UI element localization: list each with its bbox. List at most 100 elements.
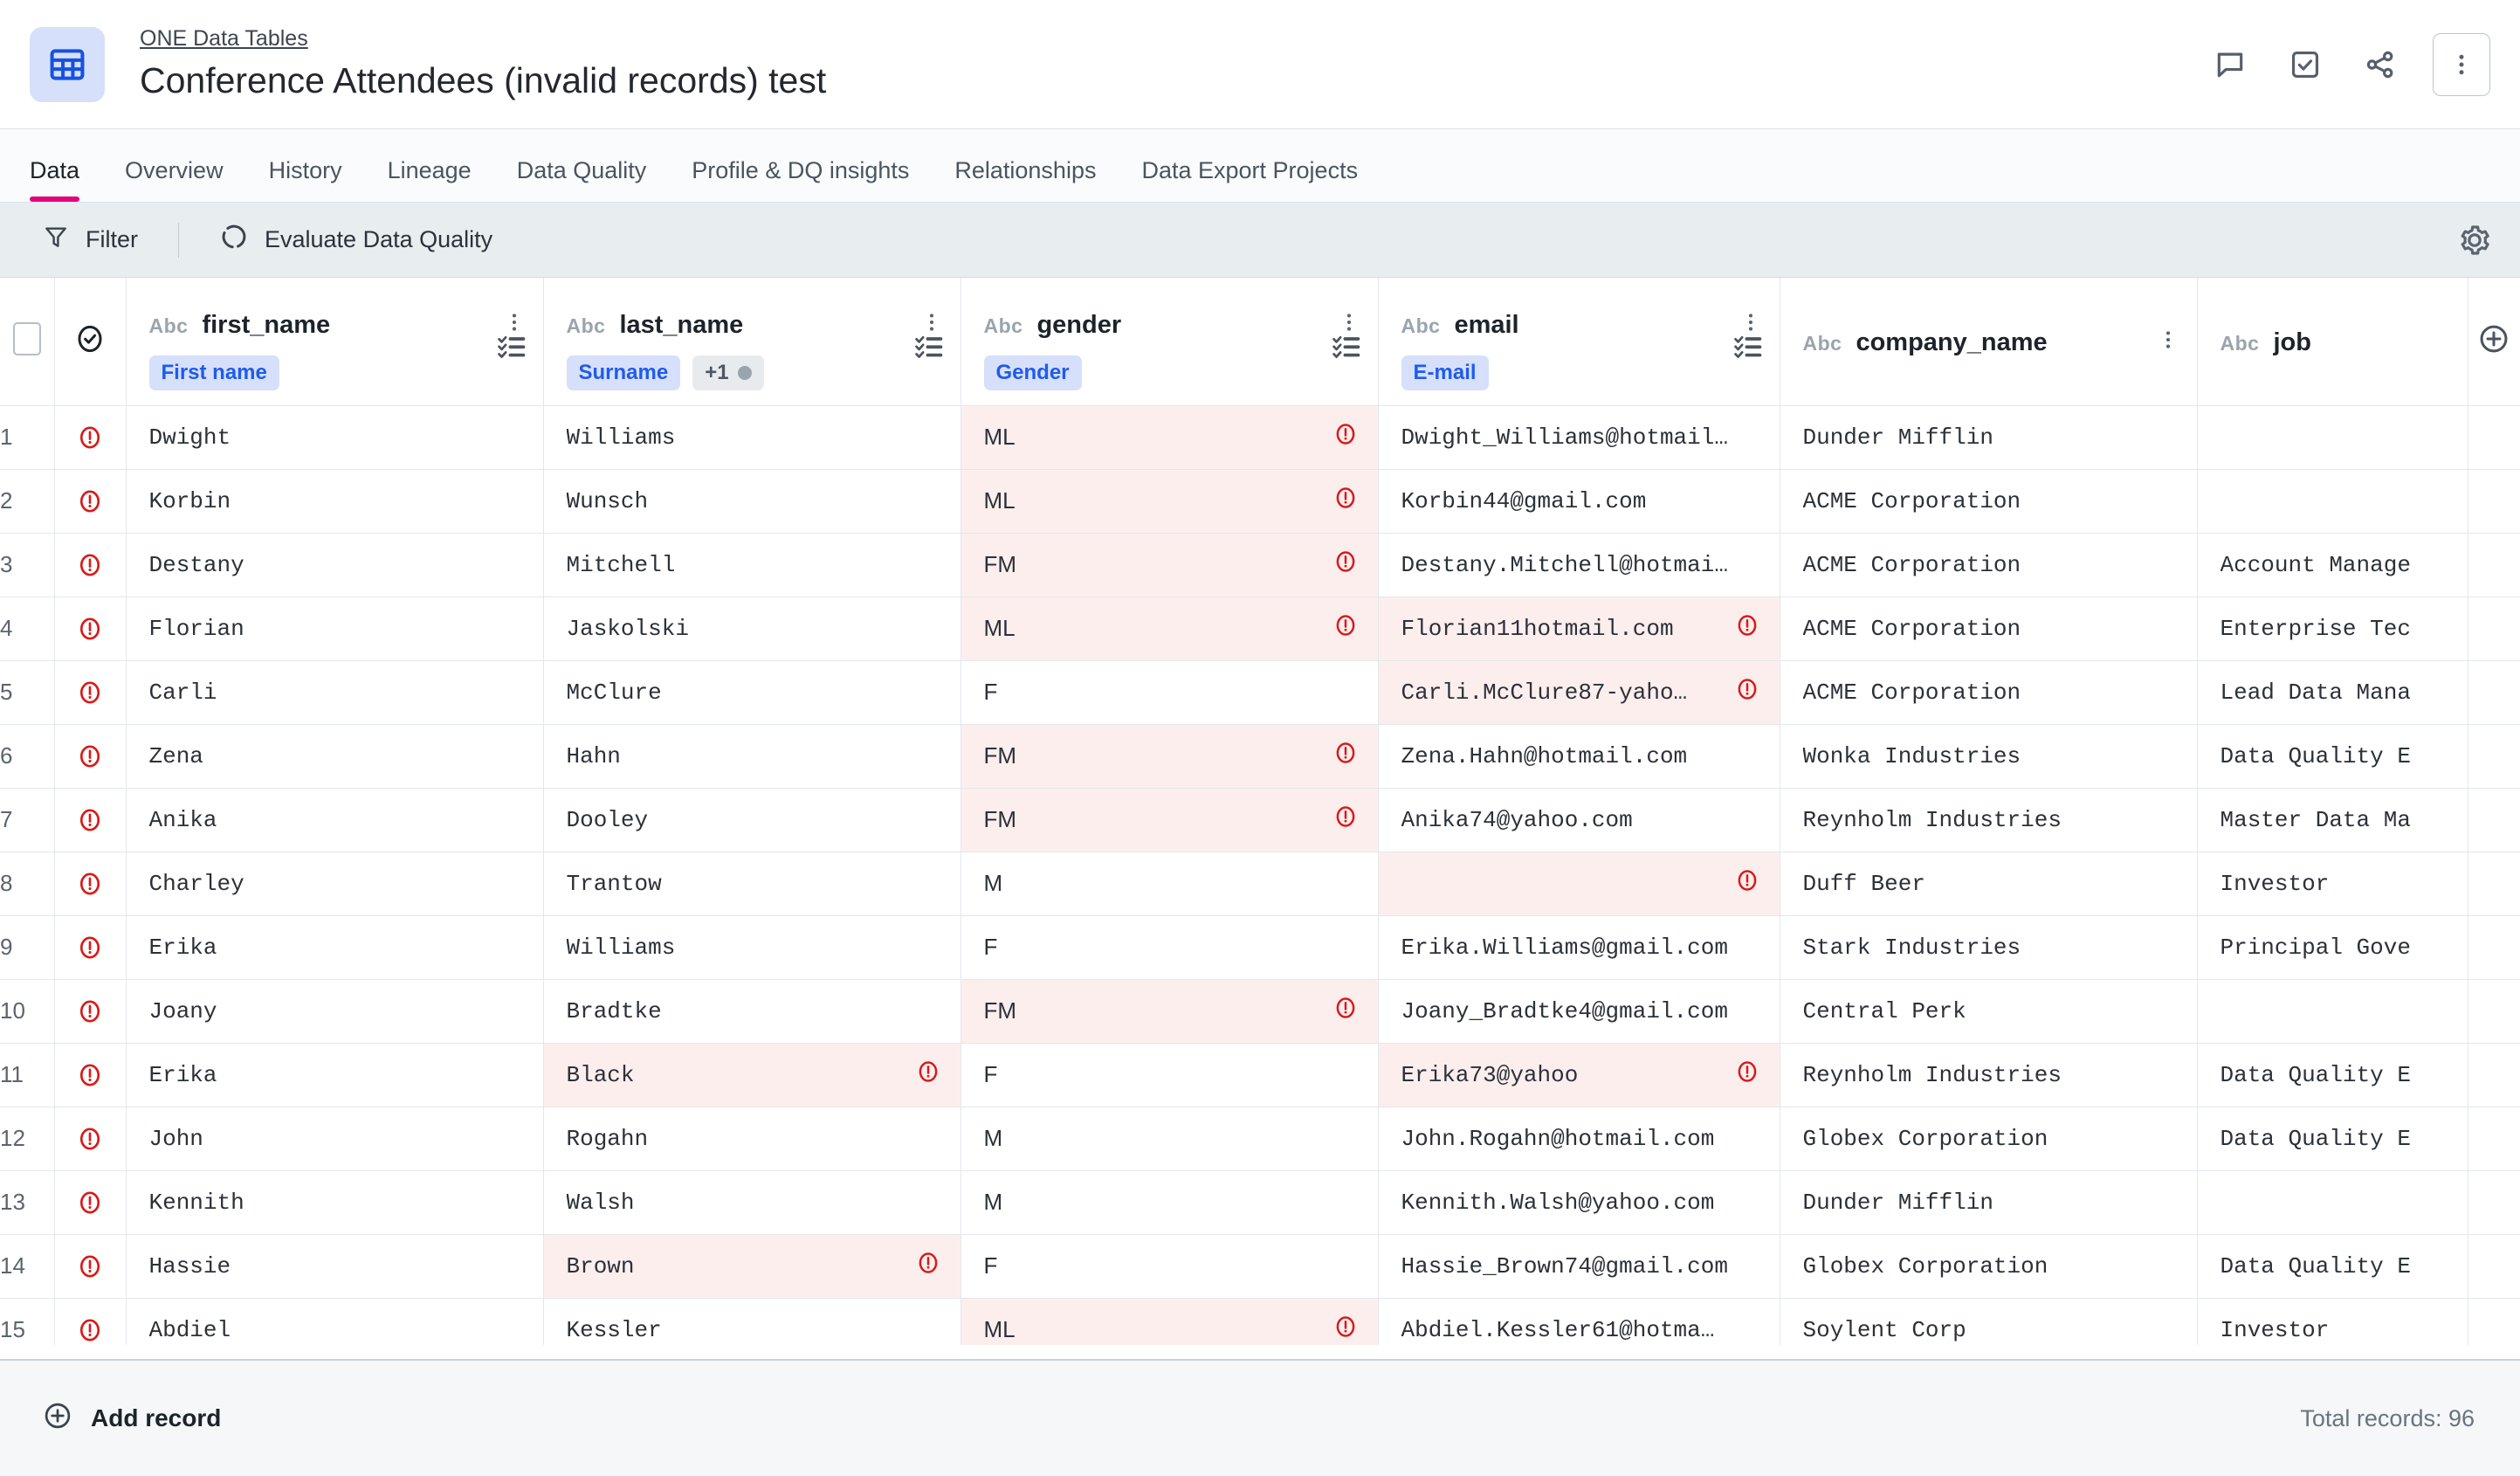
cell-first-name[interactable]: Charley — [126, 852, 544, 916]
cell-gender[interactable]: FM — [960, 979, 1379, 1044]
cell-company-name[interactable]: ACME Corporation — [1780, 660, 2198, 725]
column-dq-rules-icon[interactable] — [1331, 330, 1366, 369]
table-row[interactable]: 3 Destany Mitchell FM Destany.Mitchell@hotma… — [0, 533, 2520, 597]
tab-overview[interactable]: Overview — [102, 159, 246, 202]
filter-button[interactable]: Filter — [30, 216, 150, 264]
cell-email[interactable]: Carli.McClure87-yaho… — [1378, 660, 1780, 725]
column-tag[interactable]: E-mail — [1401, 355, 1489, 391]
tab-lineage[interactable]: Lineage — [365, 159, 494, 202]
cell-job[interactable]: Data Quality E — [2197, 1043, 2468, 1107]
cell-gender[interactable]: ML — [960, 1298, 1379, 1345]
table-row[interactable]: 2 Korbin Wunsch ML Korbin44@gmail.com ACME Co… — [0, 469, 2520, 534]
table-row[interactable]: 13 Kennith Walsh M Kennith.Walsh@yahoo.com Du… — [0, 1170, 2520, 1235]
cell-job[interactable]: Enterprise Tec — [2197, 597, 2468, 661]
table-row[interactable]: 8 Charley Trantow M Duff Beer Investor — [0, 852, 2520, 916]
cell-last-name[interactable]: Rogahn — [543, 1107, 961, 1171]
cell-job[interactable]: Investor — [2197, 1298, 2468, 1345]
table-row[interactable]: 1 Dwight Williams ML Dwight_Williams@hotmail… — [0, 405, 2520, 470]
grid-scroll-area[interactable]: Abc first_name First name Abc last_name Surna… — [0, 278, 2520, 1345]
tab-relationships[interactable]: Relationships — [932, 159, 1119, 202]
cell-gender[interactable]: FM — [960, 533, 1379, 597]
cell-job[interactable]: Principal Gove — [2197, 915, 2468, 980]
cell-job[interactable] — [2197, 979, 2468, 1044]
cell-first-name[interactable]: Erika — [126, 915, 544, 980]
cell-gender[interactable]: M — [960, 1107, 1379, 1171]
cell-email[interactable] — [1378, 852, 1780, 916]
column-tag-overflow[interactable]: +1 — [692, 355, 764, 391]
cell-email[interactable]: John.Rogahn@hotmail.com — [1378, 1107, 1780, 1171]
cell-email[interactable]: Joany_Bradtke4@gmail.com — [1378, 979, 1780, 1044]
cell-company-name[interactable]: Reynholm Industries — [1780, 1043, 2198, 1107]
column-tag[interactable]: Gender — [983, 355, 1082, 391]
cell-last-name[interactable]: Bradtke — [543, 979, 961, 1044]
cell-company-name[interactable]: Wonka Industries — [1780, 724, 2198, 789]
cell-job[interactable]: Data Quality E — [2197, 1234, 2468, 1299]
cell-last-name[interactable]: Hahn — [543, 724, 961, 789]
column-header-first-name[interactable]: Abc first_name First name — [126, 278, 544, 406]
table-row[interactable]: 11 Erika Black F Erika73@yahoo Reynholm Indus… — [0, 1043, 2520, 1107]
cell-job[interactable] — [2197, 1170, 2468, 1235]
tab-data[interactable]: Data — [30, 159, 102, 202]
cell-first-name[interactable]: Korbin — [126, 469, 544, 534]
cell-first-name[interactable]: Zena — [126, 724, 544, 789]
comment-icon[interactable] — [2207, 42, 2253, 87]
cell-gender[interactable]: ML — [960, 597, 1379, 661]
cell-first-name[interactable]: Erika — [126, 1043, 544, 1107]
tab-data-export-projects[interactable]: Data Export Projects — [1119, 159, 1380, 202]
cell-last-name[interactable]: McClure — [543, 660, 961, 725]
cell-email[interactable]: Hassie_Brown74@gmail.com — [1378, 1234, 1780, 1299]
cell-first-name[interactable]: Kennith — [126, 1170, 544, 1235]
cell-email[interactable]: Korbin44@gmail.com — [1378, 469, 1780, 534]
cell-email[interactable]: Dwight_Williams@hotmail… — [1378, 405, 1780, 470]
cell-email[interactable]: Anika74@yahoo.com — [1378, 788, 1780, 852]
cell-company-name[interactable]: Central Perk — [1780, 979, 2198, 1044]
cell-last-name[interactable]: Wunsch — [543, 469, 961, 534]
table-row[interactable]: 14 Hassie Brown F Hassie_Brown74@gmail.com Gl… — [0, 1234, 2520, 1299]
column-dq-rules-icon[interactable] — [496, 330, 531, 369]
cell-company-name[interactable]: Dunder Mifflin — [1780, 405, 2198, 470]
breadcrumb[interactable]: ONE Data Tables — [140, 25, 308, 52]
add-column-button[interactable] — [2468, 278, 2520, 406]
cell-gender[interactable]: M — [960, 1170, 1379, 1235]
cell-first-name[interactable]: Joany — [126, 979, 544, 1044]
cell-job[interactable] — [2197, 469, 2468, 534]
cell-email[interactable]: Kennith.Walsh@yahoo.com — [1378, 1170, 1780, 1235]
cell-company-name[interactable]: ACME Corporation — [1780, 469, 2198, 534]
add-record-button[interactable]: Add record — [42, 1400, 221, 1438]
cell-gender[interactable]: ML — [960, 469, 1379, 534]
share-icon[interactable] — [2358, 42, 2403, 87]
column-tag[interactable]: First name — [148, 355, 279, 391]
cell-email[interactable]: Florian11hotmail.com — [1378, 597, 1780, 661]
cell-last-name[interactable]: Walsh — [543, 1170, 961, 1235]
cell-gender[interactable]: FM — [960, 788, 1379, 852]
gear-icon[interactable] — [2445, 216, 2496, 265]
cell-first-name[interactable]: Hassie — [126, 1234, 544, 1299]
table-row[interactable]: 6 Zena Hahn FM Zena.Hahn@hotmail.com Wonka In… — [0, 724, 2520, 789]
cell-email[interactable]: Erika.Williams@gmail.com — [1378, 915, 1780, 980]
cell-gender[interactable]: F — [960, 915, 1379, 980]
cell-company-name[interactable]: Globex Corporation — [1780, 1107, 2198, 1171]
column-header-company-name[interactable]: Abc company_name — [1780, 278, 2198, 406]
cell-last-name[interactable]: Trantow — [543, 852, 961, 916]
table-row[interactable]: 9 Erika Williams F Erika.Williams@gmail.com S… — [0, 915, 2520, 980]
tab-history[interactable]: History — [246, 159, 365, 202]
cell-company-name[interactable]: Duff Beer — [1780, 852, 2198, 916]
cell-company-name[interactable]: ACME Corporation — [1780, 597, 2198, 661]
column-header-email[interactable]: Abc email E-mail — [1378, 278, 1780, 406]
cell-last-name[interactable]: Kessler — [543, 1298, 961, 1345]
cell-last-name[interactable]: Dooley — [543, 788, 961, 852]
cell-company-name[interactable]: ACME Corporation — [1780, 533, 2198, 597]
cell-last-name[interactable]: Black — [543, 1043, 961, 1107]
column-dq-rules-icon[interactable] — [913, 330, 948, 369]
cell-email[interactable]: Zena.Hahn@hotmail.com — [1378, 724, 1780, 789]
task-check-icon[interactable] — [2282, 42, 2328, 87]
cell-last-name[interactable]: Jaskolski — [543, 597, 961, 661]
more-vertical-icon[interactable] — [2433, 32, 2490, 96]
cell-job[interactable]: Master Data Ma — [2197, 788, 2468, 852]
cell-first-name[interactable]: Dwight — [126, 405, 544, 470]
cell-first-name[interactable]: Anika — [126, 788, 544, 852]
cell-first-name[interactable]: Carli — [126, 660, 544, 725]
cell-job[interactable]: Account Manage — [2197, 533, 2468, 597]
cell-job[interactable] — [2197, 405, 2468, 470]
select-all-checkbox[interactable] — [12, 322, 41, 356]
